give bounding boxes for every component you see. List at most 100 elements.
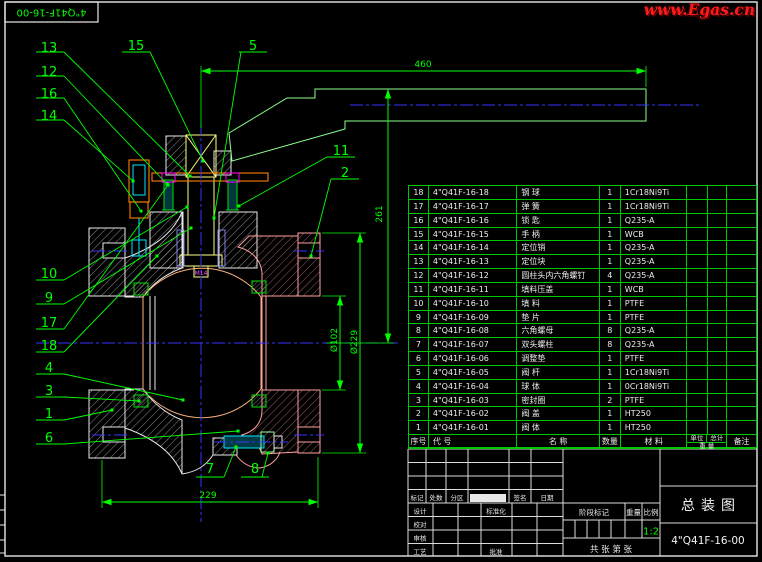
table-cell: 阀 体 (517, 421, 600, 435)
table-cell (727, 186, 756, 200)
table-row: 84"Q41F-16-08六角螺母8Q235-A (409, 324, 756, 338)
table-cell (708, 421, 727, 435)
table-cell: Q235-A (621, 324, 688, 338)
table-cell: 1 (600, 297, 621, 311)
table-cell (708, 186, 727, 200)
table-cell: 4"Q41F-16-14 (429, 241, 517, 255)
label-mark: 标记 (411, 493, 425, 502)
header-qty: 数量 (600, 435, 621, 449)
header-weight: 重 量 (687, 443, 726, 450)
table-cell (708, 255, 727, 269)
table-cell: 1 (600, 186, 621, 200)
table-cell: 9 (409, 311, 429, 325)
table-cell (687, 228, 708, 242)
table-cell: 13 (409, 255, 429, 269)
table-cell: 1 (600, 366, 621, 380)
table-cell: 锁 匙 (517, 214, 600, 228)
dim-229: 229 (199, 491, 216, 501)
balloon-11: 11 (238, 144, 356, 208)
table-cell: 双头螺柱 (517, 338, 600, 352)
balloon-number: 15 (128, 39, 145, 54)
table-cell: 14 (409, 241, 429, 255)
header-total: 总计 (707, 435, 726, 442)
table-cell: 1 (600, 200, 621, 214)
table-cell: 1 (600, 311, 621, 325)
table-cell (687, 366, 708, 380)
balloon-number: 11 (333, 144, 350, 159)
label-approve: 批准 (490, 547, 504, 556)
table-row: 24"Q41F-16-02阀 盖1HT250 (409, 407, 756, 421)
table-cell: 1 (600, 241, 621, 255)
table-cell: 阀 盖 (517, 407, 600, 421)
table-cell (727, 338, 756, 352)
table-cell: 4"Q41F-16-09 (429, 311, 517, 325)
label-date: 日期 (541, 494, 555, 502)
redacted-box (470, 494, 506, 502)
table-cell: 4"Q41F-16-15 (429, 228, 517, 242)
sheet-note: 共 张 第 张 (590, 544, 633, 555)
table-cell: 4"Q41F-16-08 (429, 324, 517, 338)
label-review: 审核 (414, 534, 428, 543)
header-no: 序号 (409, 435, 429, 449)
table-cell (708, 366, 727, 380)
balloon-number: 10 (41, 267, 58, 282)
label-design: 设计 (414, 507, 428, 516)
table-cell: 4"Q41F-16-17 (429, 200, 517, 214)
table-cell (727, 214, 756, 228)
table-cell: 4 (600, 269, 621, 283)
table-cell: PTFE (621, 311, 688, 325)
label-zone: 分区 (451, 493, 465, 502)
table-row: 104"Q41F-16-10填 料1PTFE (409, 297, 756, 311)
table-cell (687, 297, 708, 311)
table-cell: 垫 片 (517, 311, 600, 325)
table-cell: Q235-A (621, 214, 688, 228)
watermark: www.Egas.cn www.Egas.cn (644, 0, 757, 21)
table-cell: 调整垫 (517, 352, 600, 366)
table-cell: 4"Q41F-16-18 (429, 186, 517, 200)
table-cell: 12 (409, 269, 429, 283)
table-cell (708, 241, 727, 255)
table-row: 114"Q41F-16-11填料压盖1WCB (409, 283, 756, 297)
table-cell: 定位销 (517, 241, 600, 255)
table-row: 44"Q41F-16-04球 体10Cr18Ni9Ti (409, 380, 756, 394)
table-cell (727, 352, 756, 366)
table-cell (727, 380, 756, 394)
label-scale: 比例 (644, 507, 659, 517)
balloon-number: 4 (45, 361, 53, 376)
table-cell: 1 (600, 283, 621, 297)
table-cell (708, 352, 727, 366)
table-cell: 4"Q41F-16-06 (429, 352, 517, 366)
table-row: 134"Q41F-16-13定位块1Q235-A (409, 255, 756, 269)
corner-stamp: 4"Q41F-16-00 (5, 2, 98, 22)
table-cell: 阀 杆 (517, 366, 600, 380)
table-cell: 8 (600, 338, 621, 352)
table-cell: 8 (600, 324, 621, 338)
table-cell (708, 311, 727, 325)
table-row: 124"Q41F-16-12圆柱头内六角螺钉4Q235-A (409, 269, 756, 283)
balloon-number: 5 (249, 39, 257, 54)
table-cell: 1 (600, 407, 621, 421)
balloon-number: 6 (45, 431, 53, 446)
handle (229, 89, 646, 161)
table-cell: 4"Q41F-16-03 (429, 394, 517, 408)
table-cell (687, 186, 708, 200)
table-row: 94"Q41F-16-09垫 片1PTFE (409, 311, 756, 325)
table-cell (687, 407, 708, 421)
table-cell: 1Cr18Ni9Ti (621, 200, 688, 214)
balloon-number: 17 (41, 316, 58, 331)
table-cell (708, 324, 727, 338)
table-cell: 1 (600, 352, 621, 366)
table-cell: 10 (409, 297, 429, 311)
table-cell: 8 (409, 324, 429, 338)
table-cell (727, 297, 756, 311)
drawing-title: 总装图 (681, 498, 741, 514)
header-weight-block: 单位 总计 重 量 (687, 435, 727, 449)
table-cell: 定位块 (517, 255, 600, 269)
balloon-number: 9 (45, 291, 53, 306)
table-cell: Q235-A (621, 338, 688, 352)
parts-table: 序号 代 号 名 称 数量 材 料 单位 总计 重 量 备注 184"Q41F-… (408, 185, 757, 448)
table-cell (687, 352, 708, 366)
header-material: 材 料 (621, 435, 688, 449)
table-cell (687, 283, 708, 297)
table-cell: 2 (600, 394, 621, 408)
